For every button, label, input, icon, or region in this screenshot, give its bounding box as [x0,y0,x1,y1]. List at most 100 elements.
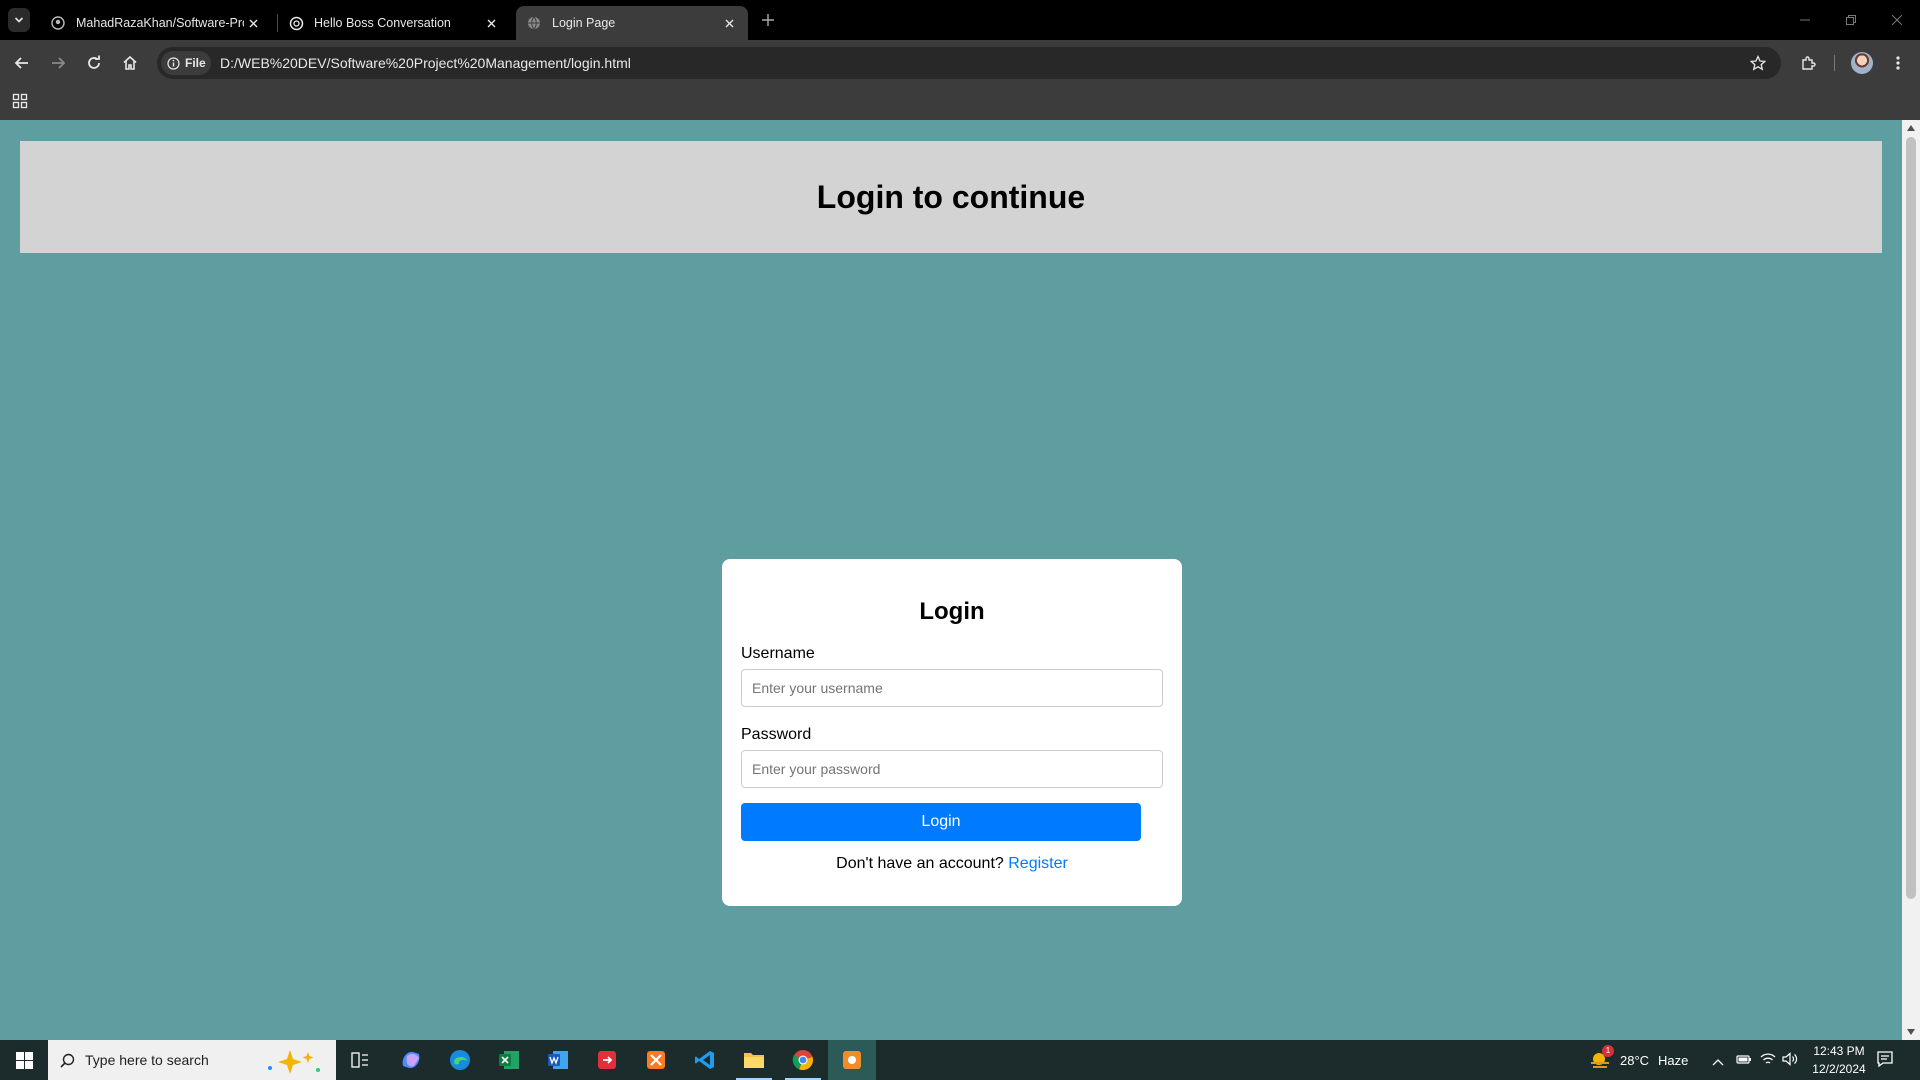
taskbar-search[interactable]: Type here to search [48,1040,336,1080]
speaker-icon [1782,1052,1798,1066]
info-icon [167,56,180,70]
network-status[interactable] [1760,1052,1776,1071]
excel-icon [499,1051,519,1069]
login-button[interactable]: Login [741,803,1141,841]
reload-button[interactable] [80,49,108,77]
bookmark-button[interactable] [1744,49,1772,77]
show-hidden-icons-button[interactable] [1712,1054,1724,1072]
start-button[interactable] [0,1040,48,1080]
taskbar-excel[interactable] [485,1040,533,1080]
toolbar-divider [1834,55,1835,71]
close-icon[interactable] [244,14,262,32]
notifications-button[interactable] [1876,1050,1894,1073]
scroll-up-arrow[interactable] [1905,122,1917,134]
tab-title: Hello Boss Conversation [314,16,451,30]
taskbar-active-app[interactable] [828,1040,876,1080]
page-title: Login to continue [816,178,1086,215]
apps-grid-icon [12,93,28,109]
triangle-down-icon [1907,1029,1915,1035]
vscode-icon [695,1051,714,1069]
star-icon [1750,55,1766,71]
restore-icon [1846,15,1856,25]
forward-button[interactable] [44,49,72,77]
xampp-icon [647,1051,665,1069]
tab-github[interactable]: MahadRazaKhan/Software-Proj [40,6,272,40]
taskbar-word[interactable] [534,1040,582,1080]
sparkle-icon [268,1050,320,1074]
minimize-button[interactable] [1782,0,1828,40]
git-icon [598,1051,616,1069]
search-icon [60,1053,75,1068]
windows-icon [15,1051,33,1069]
scroll-down-arrow[interactable] [1905,1026,1917,1038]
register-prompt-text: Don't have an account? [836,855,1004,872]
login-card: Login Username Password Login Don't have… [722,559,1182,906]
menu-button[interactable] [1884,49,1912,77]
extensions-button[interactable] [1794,49,1822,77]
url-text[interactable]: D:/WEB%20DEV/Software%20Project%20Manage… [220,55,631,71]
scroll-thumb[interactable] [1906,137,1916,899]
more-vertical-icon [1896,56,1900,70]
task-view-icon [351,1052,368,1068]
taskbar-file-explorer[interactable] [730,1040,778,1080]
bookmarks-bar [0,86,1920,120]
app-icon [843,1051,861,1069]
weather-widget-icon[interactable]: 1 [1588,1045,1614,1072]
wifi-icon [1760,1053,1776,1064]
weather-condition: Haze [1658,1053,1689,1068]
tab-search-button[interactable] [8,8,30,32]
taskbar-copilot[interactable] [387,1040,435,1080]
home-icon [123,55,137,70]
taskbar-edge[interactable] [436,1040,484,1080]
close-icon[interactable] [720,14,738,32]
battery-status[interactable] [1736,1052,1752,1071]
site-info-chip[interactable]: File [161,51,211,75]
taskbar-chrome[interactable] [779,1040,827,1080]
tab-title: Login Page [552,16,616,30]
close-window-button[interactable] [1874,0,1920,40]
edge-icon [450,1050,470,1070]
page-header: Login to continue [20,141,1882,253]
home-button[interactable] [116,49,144,77]
taskbar-xampp[interactable] [632,1040,680,1080]
chevron-up-icon [1712,1059,1724,1066]
chevron-down-icon [14,17,24,23]
page-viewport: Login to continue Login Username Passwor… [0,120,1920,1040]
new-tab-button[interactable] [758,10,778,30]
volume-control[interactable] [1782,1052,1798,1071]
minimize-icon [1800,19,1810,21]
back-button[interactable] [8,49,36,77]
notification-icon [1877,1051,1893,1068]
tab-chatgpt[interactable]: Hello Boss Conversation [278,6,510,40]
globe-icon [526,15,542,31]
arrow-left-icon [14,57,28,69]
chatgpt-icon [288,15,304,31]
reload-icon [88,55,100,69]
clock-date[interactable]: 12/2/2024 [1808,1062,1870,1076]
register-link[interactable]: Register [1008,855,1068,872]
tab-title: MahadRazaKhan/Software-Proj [76,16,244,30]
copilot-icon [402,1051,420,1069]
register-prompt: Don't have an account? Register [741,855,1163,873]
weather-badge: 1 [1602,1045,1614,1057]
taskbar-task-view[interactable] [336,1040,384,1080]
battery-icon [1736,1055,1751,1064]
taskbar-search-placeholder: Type here to search [85,1052,209,1068]
restore-button[interactable] [1828,0,1874,40]
username-input[interactable] [741,669,1163,707]
apps-button[interactable] [12,93,28,109]
tab-login-page[interactable]: Login Page [516,6,748,40]
arrow-right-icon [52,57,66,69]
taskbar-git[interactable] [583,1040,631,1080]
taskbar-vscode[interactable] [681,1040,729,1080]
login-title: Login [919,598,985,625]
close-icon[interactable] [482,14,500,32]
password-input[interactable] [741,750,1163,788]
clock-time[interactable]: 12:43 PM [1812,1044,1866,1058]
triangle-up-icon [1907,125,1915,131]
password-label: Password [741,726,812,743]
profile-avatar[interactable] [1851,52,1873,74]
close-icon [1892,15,1902,25]
word-icon [548,1051,568,1069]
weather-temperature: 28°C [1620,1053,1650,1068]
